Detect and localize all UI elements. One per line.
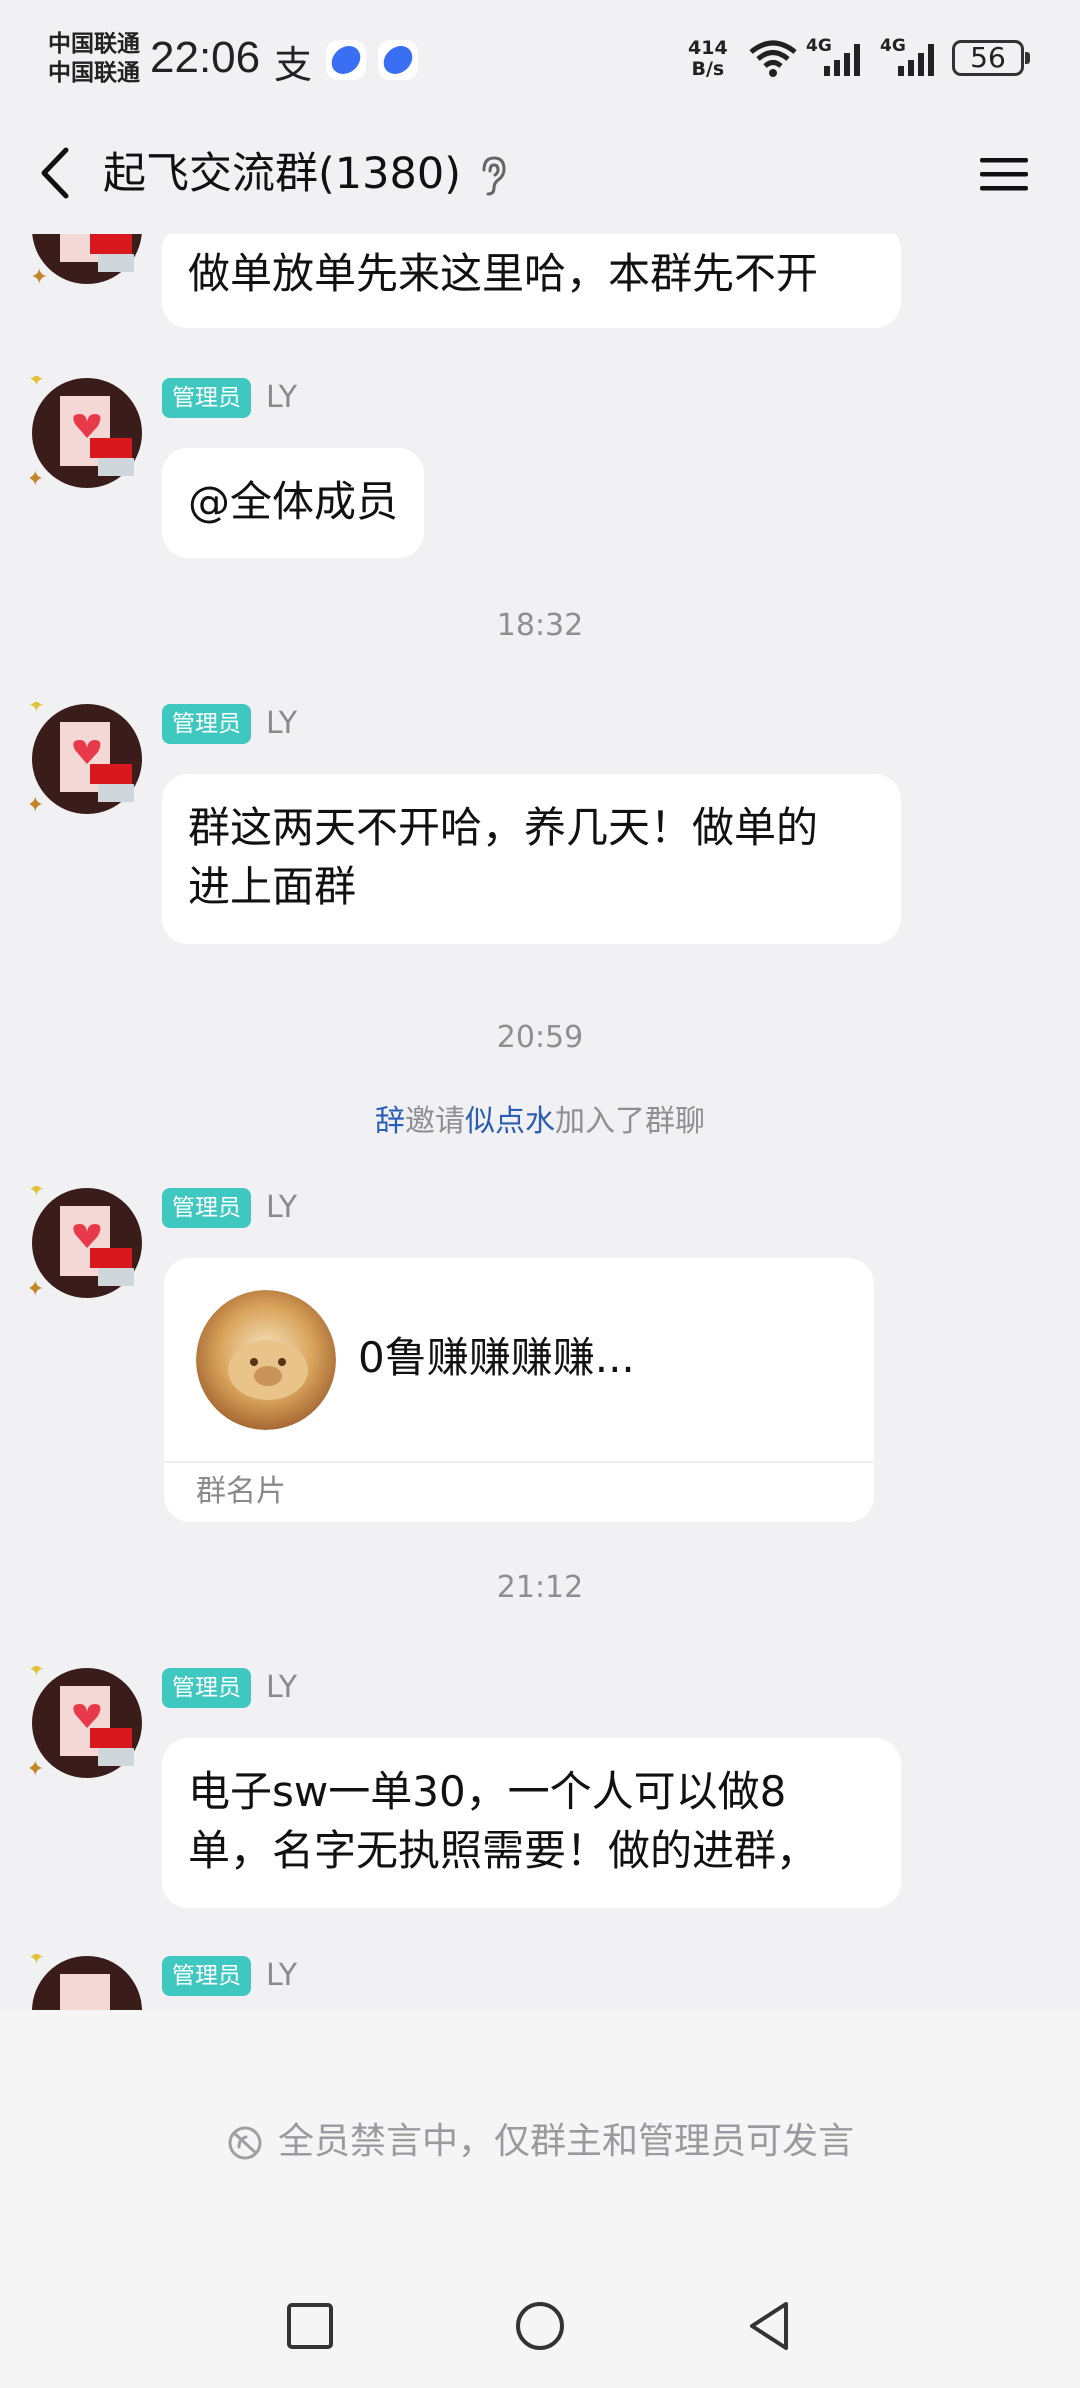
avatar[interactable]: ✦ xyxy=(28,1945,145,2010)
network-speed: 414 B/s xyxy=(688,38,728,80)
sender-name[interactable]: LY xyxy=(266,1188,297,1228)
svg-text:✦: ✦ xyxy=(30,265,48,287)
avatar[interactable]: ✦ ✦ xyxy=(26,1177,145,1302)
svg-text:✦: ✦ xyxy=(30,1277,44,1301)
avatar-image: ✦ ✦ xyxy=(26,367,142,492)
svg-text:✦: ✦ xyxy=(30,1186,45,1201)
message-text: @全体成员 xyxy=(188,477,399,526)
avatar-image: ✦ ✦ xyxy=(26,1657,142,1782)
status-bar: 中国联通 中国联通 22:06 支 414 B/s 4G 4G 56 xyxy=(0,0,1080,118)
group-title[interactable]: 起飞交流群(1380) xyxy=(103,144,461,204)
group-card[interactable]: 0鲁赚赚赚赚... 群名片 xyxy=(164,1258,874,1522)
svg-text:✦: ✦ xyxy=(30,793,44,817)
chat-header: 起飞交流群(1380) xyxy=(0,118,1080,234)
back-arrow-icon[interactable] xyxy=(30,138,86,208)
admin-badge: 管理员 xyxy=(162,1956,251,1996)
message-text-line: 单，名字无执照需要！做的进群， xyxy=(188,1826,819,1875)
app-notification-icon xyxy=(378,40,418,80)
group-card-name: 0鲁赚赚赚赚... xyxy=(358,1333,635,1382)
avatar[interactable]: ✦ xyxy=(30,234,145,290)
message-text-line: 电子sw一单30，一个人可以做8 xyxy=(188,1767,787,1816)
sender-name[interactable]: LY xyxy=(266,1956,297,1996)
signal-icon xyxy=(824,44,860,76)
message-list[interactable]: ✦ 做单放单先来这里哈，本群先不开 ✦ ✦ 管理员 LY @全体成员 18:32… xyxy=(0,234,1080,2010)
network-speed-unit: B/s xyxy=(691,58,725,80)
admin-badge: 管理员 xyxy=(162,378,251,418)
message-text-line: 进上面群 xyxy=(188,862,357,911)
svg-text:✦: ✦ xyxy=(30,467,44,491)
group-card-type: 群名片 xyxy=(196,1474,286,1509)
sender-name[interactable]: LY xyxy=(266,704,297,744)
battery-indicator: 56 xyxy=(952,40,1030,76)
timestamp: 20:59 xyxy=(496,1020,584,1055)
message-bubble[interactable]: 电子sw一单30，一个人可以做8 单，名字无执照需要！做的进群， xyxy=(162,1738,901,1908)
message-text: 做单放单先来这里哈，本群先不开 xyxy=(188,249,819,298)
avatar[interactable]: ✦ ✦ xyxy=(26,367,145,492)
sender-name[interactable]: LY xyxy=(266,1668,297,1708)
message-bubble[interactable]: 做单放单先来这里哈，本群先不开 xyxy=(162,234,901,328)
svg-text:✦: ✦ xyxy=(30,702,45,717)
mute-notice: 全员禁言中，仅群主和管理员可发言 xyxy=(0,2114,1080,2170)
timestamp: 21:12 xyxy=(496,1570,584,1605)
message-bubble[interactable]: 群这两天不开哈，养几天！做单的 进上面群 xyxy=(162,774,901,944)
carrier-2: 中国联通 xyxy=(48,60,140,86)
home-icon[interactable] xyxy=(512,2298,568,2354)
svg-text:✦: ✦ xyxy=(30,376,45,391)
message-text-line: 群这两天不开哈，养几天！做单的 xyxy=(188,803,819,852)
system-message: 辞邀请似点水加入了群聊 xyxy=(0,1096,1080,1140)
avatar-image: ✦ xyxy=(30,234,142,290)
avatar[interactable]: ✦ ✦ xyxy=(26,1657,145,1782)
input-area: 全员禁言中，仅群主和管理员可发言 xyxy=(0,2010,1080,2388)
system-suffix: 加入了群聊 xyxy=(555,1104,705,1139)
system-verb: 邀请 xyxy=(405,1104,465,1139)
admin-badge: 管理员 xyxy=(162,1188,251,1228)
menu-icon[interactable] xyxy=(978,144,1030,204)
carrier-1: 中国联通 xyxy=(48,31,140,57)
sender-name[interactable]: LY xyxy=(266,378,297,418)
carrier-labels: 中国联通 中国联通 xyxy=(48,30,140,88)
signal-icon xyxy=(898,44,934,76)
alipay-icon: 支 xyxy=(274,43,313,87)
avatar-image: ✦ ✦ xyxy=(26,693,142,818)
group-card-avatar xyxy=(196,1290,336,1430)
svg-text:✦: ✦ xyxy=(30,1954,45,1969)
recent-apps-icon[interactable] xyxy=(282,2298,338,2354)
card-divider xyxy=(164,1461,874,1463)
mute-notice-text: 全员禁言中，仅群主和管理员可发言 xyxy=(277,2121,854,2162)
ear-icon[interactable] xyxy=(476,154,508,198)
wifi-icon xyxy=(749,40,797,77)
invitee-link[interactable]: 似点水 xyxy=(465,1104,555,1139)
avatar-image: ✦ xyxy=(28,1945,142,2010)
app-notification-icon xyxy=(326,40,366,80)
admin-badge: 管理员 xyxy=(162,704,251,744)
network-speed-value: 414 xyxy=(688,37,728,59)
status-time: 22:06 xyxy=(150,33,261,82)
avatar-image: ✦ ✦ xyxy=(26,1177,142,1302)
svg-text:✦: ✦ xyxy=(30,1666,45,1681)
avatar[interactable]: ✦ ✦ xyxy=(26,693,145,818)
inviter-link[interactable]: 辞 xyxy=(375,1104,405,1139)
svg-text:✦: ✦ xyxy=(30,1757,44,1781)
admin-badge: 管理员 xyxy=(162,1668,251,1708)
back-nav-icon[interactable] xyxy=(742,2298,798,2354)
timestamp: 18:32 xyxy=(496,608,584,643)
message-bubble[interactable]: @全体成员 xyxy=(162,448,425,558)
muted-icon xyxy=(228,2126,262,2160)
